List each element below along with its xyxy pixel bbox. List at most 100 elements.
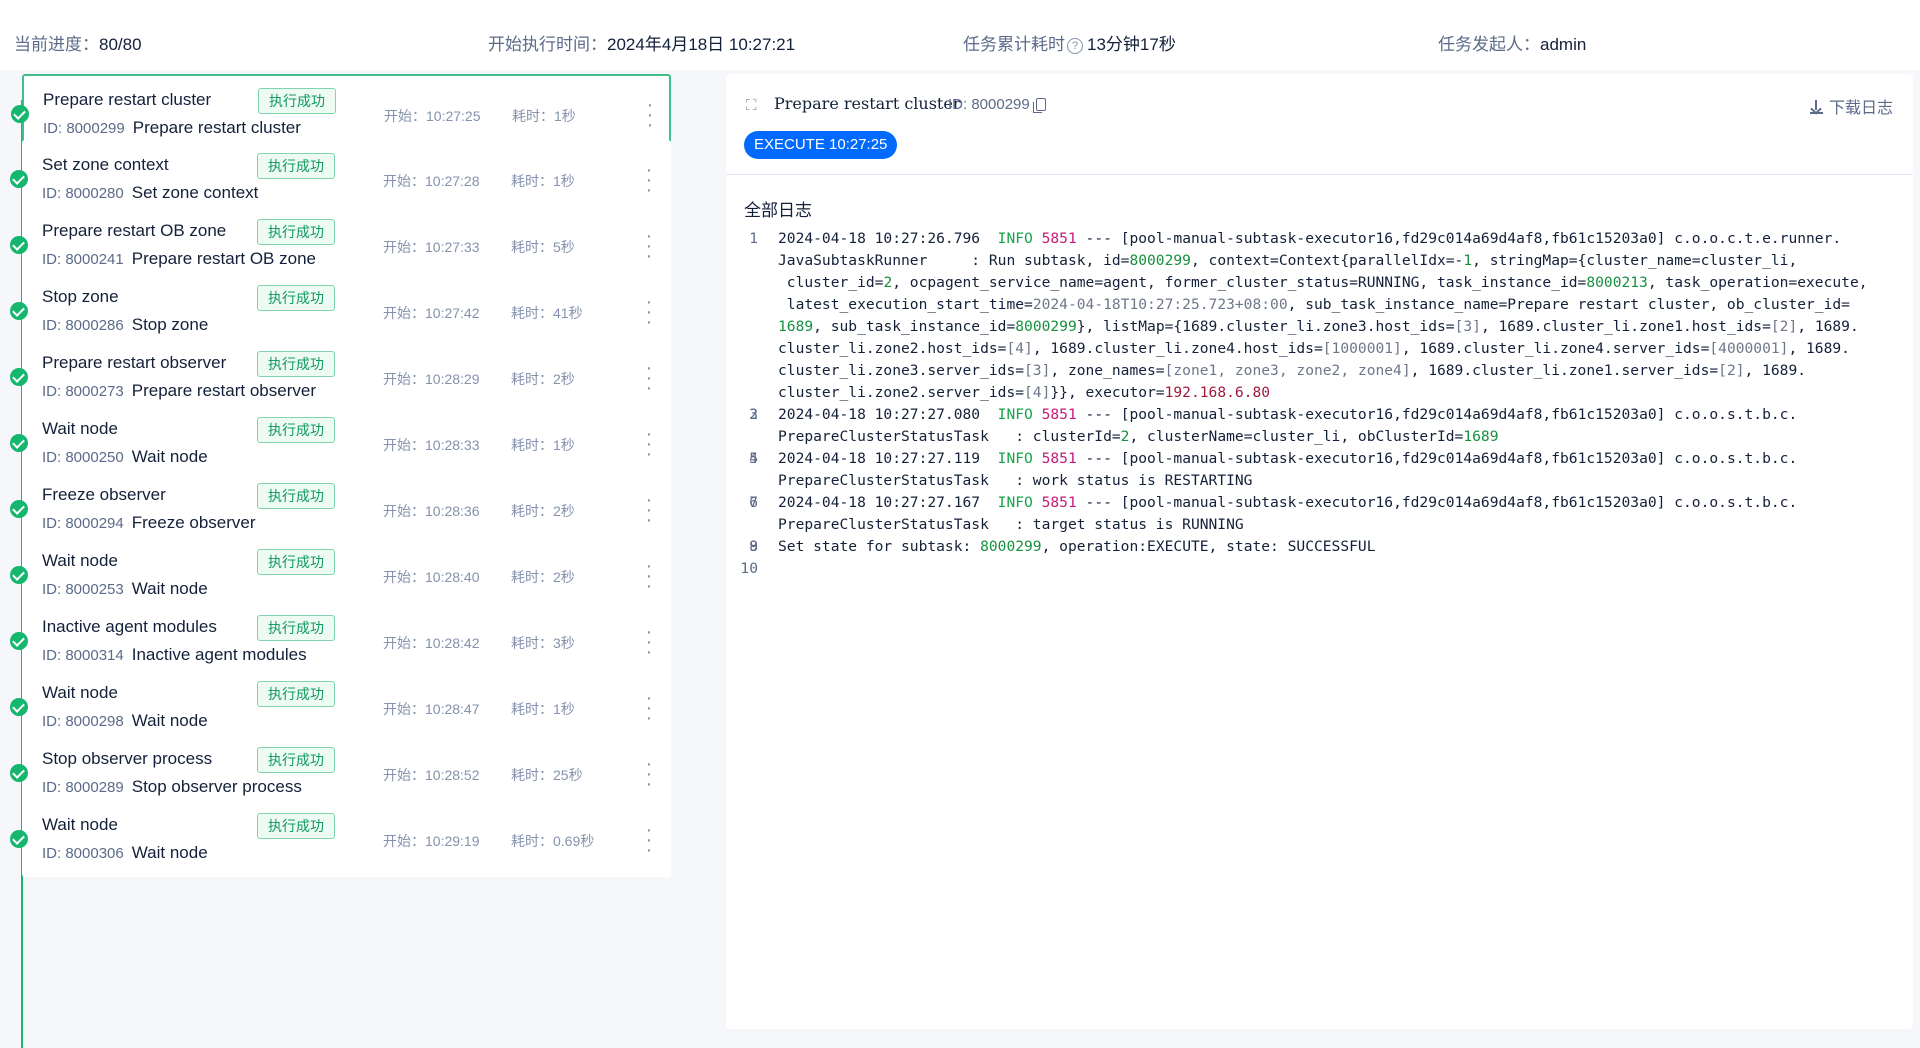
more-vertical-icon[interactable]: · · · xyxy=(643,424,655,464)
copy-icon[interactable] xyxy=(1032,98,1046,113)
log-segment: , sub_task_instance_name=Prepare restart… xyxy=(1287,296,1850,313)
operation-tag[interactable]: EXECUTE 10:27:25 xyxy=(744,131,898,159)
subtask-id-line: ID: 8000314 Inactive agent modules xyxy=(42,645,307,665)
subtask-duration: 耗时：2秒 xyxy=(511,371,575,387)
log-segment: --- [pool-manual-subtask-executor16,fd29… xyxy=(1076,406,1798,423)
more-vertical-icon[interactable]: · · · xyxy=(643,556,655,596)
subtask-name: Freeze observer xyxy=(42,485,166,504)
help-icon[interactable]: ? xyxy=(1067,38,1083,54)
log-line: 3 2024-04-18 10:27:27.080 INFO 5851 --- [… xyxy=(738,404,1903,426)
log-segment xyxy=(1033,230,1042,247)
more-vertical-icon[interactable]: · · · xyxy=(643,622,655,662)
log-line: 7 2024-04-18 10:27:27.167 INFO 5851 --- [… xyxy=(738,492,1903,514)
subtask-name: Inactive agent modules xyxy=(42,617,217,636)
more-vertical-icon[interactable]: · · · xyxy=(643,754,655,794)
subtask-name: Prepare restart observer xyxy=(42,353,227,372)
more-vertical-icon[interactable]: · · · xyxy=(643,820,655,860)
log-line-number: 5 xyxy=(749,450,758,467)
subtask-card[interactable]: Wait node 执行成功 ID: 8000306 Wait node 开始：10:2… xyxy=(10,800,671,877)
log-line: 1689, sub_task_instance_id=8000299}, lis… xyxy=(738,316,1903,338)
more-vertical-icon[interactable]: · · · xyxy=(644,95,656,135)
subtask-start-time: 开始：10:28:47 xyxy=(383,701,480,717)
log-segment: , 1689. xyxy=(1797,318,1859,335)
subtask-start-time: 开始：10:27:42 xyxy=(383,305,480,321)
log-segment: [2] xyxy=(1770,318,1798,335)
log-segment: cluster_li.zone2.host_ids= xyxy=(778,340,1007,357)
subtask-duration: 耗时：0.69秒 xyxy=(511,833,595,849)
subtask-duration: 耗时：2秒 xyxy=(511,503,575,519)
subtask-desc: Prepare restart observer xyxy=(131,381,316,400)
log-segment: , clusterName=cluster_li, obClusterId= xyxy=(1129,428,1464,445)
stat-initiator: 任务发起人：admin xyxy=(1438,30,1586,55)
subtask-desc: Inactive agent modules xyxy=(131,645,307,664)
subtask-duration: 耗时：1秒 xyxy=(512,108,576,124)
check-circle-icon xyxy=(10,170,28,188)
check-circle-icon xyxy=(10,368,28,386)
more-vertical-icon[interactable]: · · · xyxy=(643,292,655,332)
subtask-id: ID: 8000280 xyxy=(42,185,124,202)
download-icon xyxy=(1809,100,1823,114)
subtask-name: Set zone context xyxy=(42,155,169,174)
status-badge: 执行成功 xyxy=(257,681,335,707)
subtask-name: Prepare restart OB zone xyxy=(42,221,227,240)
log-segment: latest_execution_start_time= xyxy=(778,296,1033,313)
subtask-duration: 耗时：1秒 xyxy=(511,701,575,717)
log-segment: , ocpagent_service_name=agent, former_cl… xyxy=(892,274,1587,291)
status-badge: 执行成功 xyxy=(257,813,335,839)
subtask-duration: 耗时：2秒 xyxy=(511,569,575,585)
expand-icon[interactable]: ⛶ xyxy=(746,98,762,114)
log-segment: , 1689.cluster_li.zone1.host_ids= xyxy=(1480,318,1771,335)
subtask-desc: Wait node xyxy=(131,843,208,862)
log-segment: 2024-04-18 10:27:26.796 xyxy=(778,230,998,247)
log-segment xyxy=(1033,450,1042,467)
subtask-id-line: ID: 8000306 Wait node xyxy=(42,843,208,863)
log-segment xyxy=(1033,494,1042,511)
more-vertical-icon[interactable]: · · · xyxy=(643,226,655,266)
log-text: cluster_li.zone3.server_ids=[3], zone_na… xyxy=(778,362,1806,379)
log-segment: PrepareClusterStatusTask : clusterId= xyxy=(778,428,1121,445)
log-segment: 5851 xyxy=(1041,230,1077,247)
log-segment: , context=Context{parallelIdx=- xyxy=(1190,252,1464,269)
log-line: cluster_id=2, ocpagent_service_name=agen… xyxy=(738,272,1903,294)
stat-label: 任务累计耗时 xyxy=(963,35,1065,54)
detail-id-text: ID: 8000299 xyxy=(948,96,1030,113)
log-segment: 2 xyxy=(883,274,893,291)
log-segment: , zone_names= xyxy=(1050,362,1165,379)
log-segment: 1689 xyxy=(778,318,814,335)
subtask-duration: 耗时：1秒 xyxy=(511,437,575,453)
more-vertical-icon[interactable]: · · · xyxy=(643,160,655,200)
subtask-desc: Wait node xyxy=(131,447,208,466)
log-text: 2024-04-18 10:27:27.119 INFO 5851 --- [p… xyxy=(778,450,1797,467)
log-line: 5 2024-04-18 10:27:27.119 INFO 5851 --- [… xyxy=(738,448,1903,470)
log-segment: Set state for subtask: xyxy=(778,538,981,555)
status-badge: 执行成功 xyxy=(257,351,335,377)
download-log-button[interactable]: 下载日志 xyxy=(1809,94,1893,118)
subtask-name: Wait node xyxy=(42,683,118,702)
log-text: PrepareClusterStatusTask : work status i… xyxy=(778,472,1252,489)
subtask-duration: 耗时：3秒 xyxy=(511,635,575,651)
log-segment: 192.168.6.80 xyxy=(1164,384,1271,401)
stat-label: 当前进度： xyxy=(14,35,99,54)
more-vertical-icon[interactable]: · · · xyxy=(643,688,655,728)
check-circle-icon xyxy=(10,764,28,782)
subtask-id: ID: 8000298 xyxy=(42,713,124,730)
subtask-id: ID: 8000273 xyxy=(42,383,124,400)
log-text: cluster_li.zone2.host_ids=[4], 1689.clus… xyxy=(778,340,1850,357)
log-segment: cluster_li.zone3.server_ids= xyxy=(778,362,1025,379)
log-segment: JavaSubtaskRunner : Run subtask, id= xyxy=(778,252,1130,269)
divider xyxy=(726,174,1913,175)
more-vertical-icon[interactable]: · · · xyxy=(643,490,655,530)
log-title: 全部日志 xyxy=(744,201,812,220)
log-segment: [3] xyxy=(1024,362,1051,379)
status-badge: 执行成功 xyxy=(258,88,336,114)
more-vertical-icon[interactable]: · · · xyxy=(643,358,655,398)
subtask-detail-panel: ⛶ Prepare restart cluster ID: 8000299 下载… xyxy=(726,74,1913,1029)
subtask-start-time: 开始：10:27:25 xyxy=(384,108,481,124)
log-segment: INFO xyxy=(997,450,1033,467)
stat-value: 80/80 xyxy=(99,35,142,54)
log-segment: [zone1, zone3, zone2, zone4] xyxy=(1164,362,1411,379)
subtask-id-line: ID: 8000250 Wait node xyxy=(42,447,208,467)
log-viewer[interactable]: 1 2024-04-18 10:27:26.796 INFO 5851 --- [… xyxy=(738,228,1903,577)
subtask-name: Prepare restart cluster xyxy=(43,90,212,109)
log-segment: --- [pool-manual-subtask-executor16,fd29… xyxy=(1076,494,1798,511)
